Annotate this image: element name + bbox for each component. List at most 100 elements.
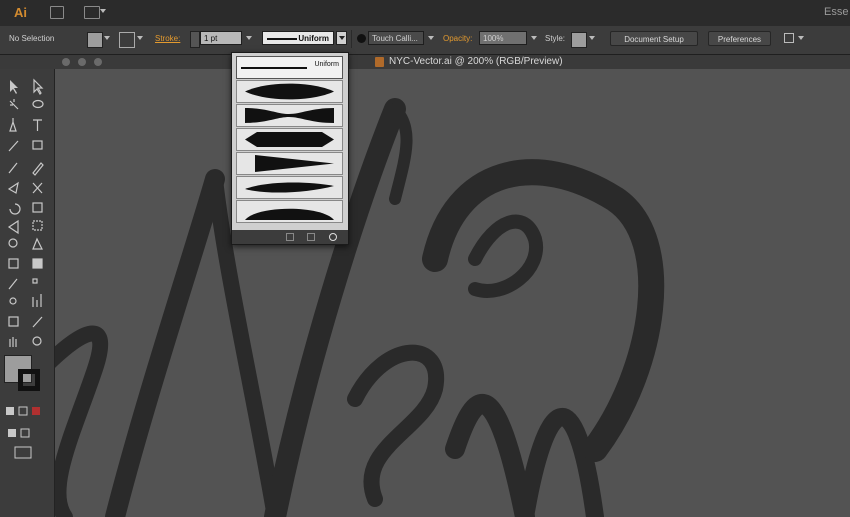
stroke-color-box[interactable] — [18, 369, 40, 391]
opacity-field[interactable]: 100% — [479, 31, 527, 45]
fill-dropdown-arrow[interactable] — [104, 36, 110, 40]
eraser-tool-icon — [32, 182, 43, 194]
chevron-down-icon[interactable] — [100, 9, 106, 13]
uniform-line-preview — [241, 67, 307, 69]
pen-tool-icon — [9, 118, 17, 132]
draw-behind-icon — [20, 428, 30, 438]
profile-item-width-profile-1[interactable] — [236, 80, 343, 103]
slice-tool-icon — [32, 316, 43, 328]
width-profile-4-preview — [255, 155, 334, 172]
magic-wand-tool-icon — [9, 99, 19, 110]
rectangle-tool-icon — [32, 140, 43, 150]
column-graph-tool-icon — [32, 294, 42, 307]
chevron-down-icon[interactable] — [798, 36, 804, 40]
brush-dropdown-arrow[interactable] — [428, 36, 434, 40]
lasso-tool-icon — [32, 99, 44, 109]
free-transform-tool-icon — [32, 220, 43, 231]
ai-document-icon — [375, 57, 384, 67]
chevron-down-icon — [339, 36, 345, 40]
tool-icons — [6, 78, 44, 459]
screen-mode-icon — [14, 446, 32, 459]
add-to-profiles-icon[interactable] — [286, 233, 294, 241]
blend-tool-icon — [32, 278, 38, 284]
profile-dropdown-button[interactable] — [336, 31, 347, 45]
profile-item-width-profile-5[interactable] — [236, 176, 343, 199]
perspective-grid-tool-icon — [32, 237, 43, 250]
eyedropper-tool-icon — [8, 278, 18, 290]
workspace-switcher[interactable]: Esse — [824, 6, 850, 18]
document-setup-button[interactable]: Document Setup — [610, 31, 698, 46]
arrange-icon[interactable] — [784, 33, 794, 43]
delete-profile-icon[interactable] — [307, 233, 315, 241]
stroke-weight-field[interactable]: 1 pt — [200, 31, 242, 45]
width-profile-1-preview — [245, 83, 334, 100]
gradient-mode-icon — [18, 406, 28, 416]
brush-definition-select[interactable]: Touch Calli... — [368, 31, 424, 45]
artboard-tool-icon — [8, 316, 19, 327]
variable-width-profile-value: Uniform — [298, 34, 329, 43]
paintbrush-tool-icon — [8, 162, 18, 174]
mesh-tool-icon — [8, 258, 19, 269]
preferences-button[interactable]: Preferences — [708, 31, 771, 46]
opacity-dropdown-arrow[interactable] — [531, 36, 537, 40]
bridge-icon[interactable] — [50, 6, 64, 19]
profile-label-uniform: Uniform — [314, 61, 339, 68]
width-profile-5-preview — [245, 182, 334, 193]
tools-panel — [0, 69, 55, 517]
uniform-stroke-preview — [267, 38, 297, 40]
width-profile-3-preview — [245, 132, 334, 147]
profile-item-width-profile-2[interactable] — [236, 104, 343, 127]
variable-width-profile-popup: Uniform — [231, 52, 349, 245]
gradient-tool-icon — [32, 258, 43, 269]
reset-profiles-icon[interactable] — [329, 233, 337, 241]
selection-status: No Selection — [9, 34, 55, 43]
document-tab-strip: NYC-Vector.ai @ 200% (RGB/Preview) — [0, 55, 850, 69]
popup-footer — [232, 230, 348, 244]
blob-brush-tool-icon — [7, 181, 19, 194]
fill-swatch[interactable] — [87, 32, 103, 48]
direct-selection-tool-icon — [33, 78, 44, 95]
fill-mode-icon — [6, 407, 14, 415]
close-window-button[interactable] — [62, 58, 70, 66]
divider — [351, 30, 352, 48]
pencil-tool-icon — [32, 162, 44, 176]
control-panel: No Selection Stroke: 1 pt Uniform Touch … — [0, 26, 850, 55]
draw-normal-icon — [8, 429, 16, 437]
new-lettering-artwork[interactable] — [55, 69, 850, 517]
style-dropdown-arrow[interactable] — [589, 36, 595, 40]
line-tool-icon — [8, 140, 19, 152]
stroke-label[interactable]: Stroke: — [155, 34, 180, 43]
width-profile-6-preview — [245, 208, 334, 220]
scale-tool-icon — [32, 202, 43, 213]
profile-item-uniform[interactable]: Uniform — [236, 56, 343, 79]
hand-tool-icon — [9, 337, 17, 347]
profile-item-width-profile-6[interactable] — [236, 200, 343, 223]
document-tab-title[interactable]: NYC-Vector.ai @ 200% (RGB/Preview) — [389, 56, 563, 67]
profile-item-width-profile-4[interactable] — [236, 152, 343, 175]
symbol-sprayer-tool-icon — [9, 297, 17, 305]
zoom-window-button[interactable] — [94, 58, 102, 66]
minimize-window-button[interactable] — [78, 58, 86, 66]
opacity-label[interactable]: Opacity: — [443, 34, 472, 43]
stroke-swatch[interactable] — [119, 32, 135, 48]
artboard-canvas[interactable] — [55, 69, 850, 517]
graphic-style-swatch[interactable] — [571, 32, 587, 48]
selection-tool-icon — [10, 80, 18, 94]
shape-builder-tool-icon — [8, 238, 18, 248]
none-mode-icon — [32, 407, 40, 415]
width-profile-2-preview — [245, 108, 334, 123]
application-bar: Ai Esse — [0, 0, 850, 26]
profile-item-width-profile-3[interactable] — [236, 128, 343, 151]
arrange-documents-icon[interactable] — [84, 6, 100, 19]
stroke-weight-stepper[interactable] — [190, 31, 200, 48]
rotate-tool-icon — [9, 203, 21, 215]
width-tool-icon — [7, 219, 19, 235]
variable-width-profile-select[interactable]: Uniform — [262, 31, 334, 45]
stroke-weight-dropdown[interactable] — [246, 36, 252, 40]
stroke-dropdown-arrow[interactable] — [137, 36, 143, 40]
app-logo: Ai — [14, 5, 27, 20]
zoom-tool-icon — [32, 336, 42, 346]
type-tool-icon — [33, 119, 42, 131]
brush-definition-icon — [357, 34, 366, 43]
style-label: Style: — [545, 34, 566, 43]
